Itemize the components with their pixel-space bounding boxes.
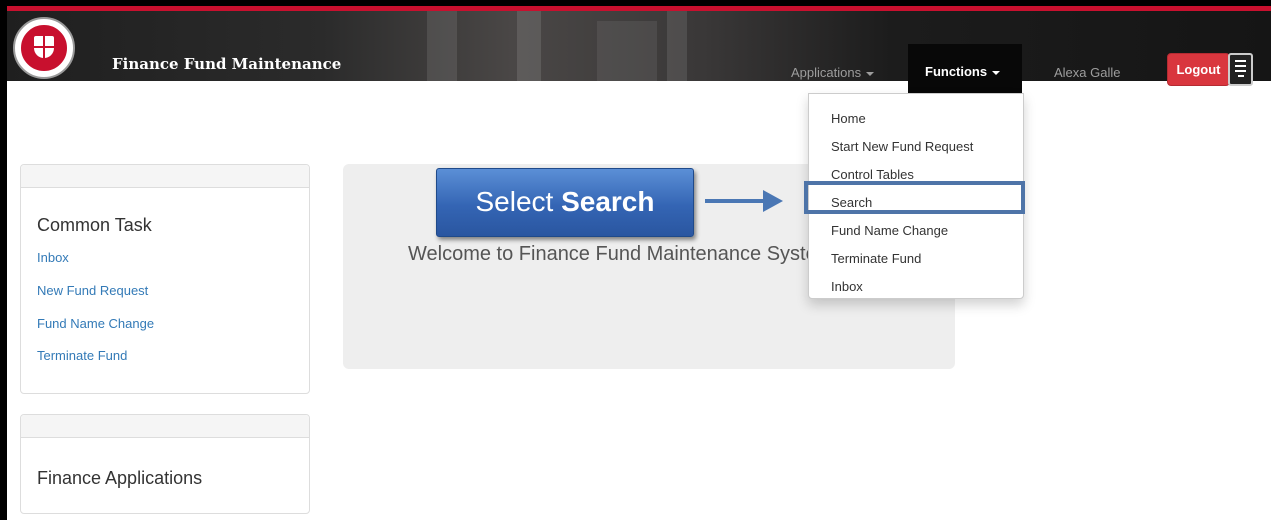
sidebar-link-terminate-fund[interactable]: Terminate Fund	[37, 348, 127, 363]
menu-toggle-button[interactable]	[1228, 53, 1253, 86]
functions-menu[interactable]: Functions	[908, 44, 1022, 98]
menu-item-home[interactable]: Home	[831, 111, 866, 126]
finance-applications-title: Finance Applications	[37, 468, 203, 488]
search-highlight-box	[804, 181, 1025, 214]
menu-bar-icon	[1235, 60, 1246, 62]
menu-bar-icon	[1235, 65, 1246, 67]
callout-prefix: Select	[475, 186, 554, 217]
finance-applications-panel: Finance Applications	[20, 414, 310, 514]
screenshot-frame: Finance Fund Maintenance Applications Fu…	[0, 0, 1271, 520]
common-task-panel: Common Task Inbox New Fund Request Fund …	[20, 164, 310, 394]
arrow-right-icon	[763, 190, 783, 212]
panel-heading	[21, 165, 309, 188]
callout-arrow	[705, 199, 765, 203]
logout-button[interactable]: Logout	[1167, 53, 1230, 86]
instruction-callout: Select Search	[436, 168, 694, 237]
callout-emphasis: Search	[561, 186, 655, 217]
header-building-image	[427, 11, 687, 81]
sidebar-link-inbox[interactable]: Inbox	[37, 250, 69, 265]
sidebar-link-fund-name-change[interactable]: Fund Name Change	[37, 316, 154, 331]
common-task-title: Common Task	[37, 215, 152, 235]
seal-ring	[19, 23, 69, 73]
menu-item-fund-name-change[interactable]: Fund Name Change	[831, 223, 948, 238]
welcome-message: Welcome to Finance Fund Maintenance Syst…	[408, 243, 839, 265]
user-name[interactable]: Alexa Galle	[1054, 65, 1120, 80]
menu-item-control-tables[interactable]: Control Tables	[831, 167, 914, 182]
functions-menu-label: Functions	[925, 64, 988, 79]
university-seal-logo[interactable]	[13, 17, 75, 79]
menu-item-terminate-fund[interactable]: Terminate Fund	[831, 251, 921, 266]
chevron-down-icon	[866, 71, 875, 76]
shield-icon	[34, 36, 54, 58]
chevron-down-icon	[992, 70, 1001, 75]
app-title[interactable]: Finance Fund Maintenance	[112, 55, 341, 73]
applications-menu[interactable]: Applications	[791, 65, 875, 80]
menu-item-start-new-fund-request[interactable]: Start New Fund Request	[831, 139, 973, 154]
menu-bar-icon	[1235, 70, 1246, 72]
panel-heading	[21, 415, 309, 438]
menu-bar-icon	[1238, 75, 1244, 77]
menu-item-inbox[interactable]: Inbox	[831, 279, 863, 294]
sidebar-link-new-fund-request[interactable]: New Fund Request	[37, 283, 148, 298]
applications-menu-label: Applications	[791, 65, 862, 80]
